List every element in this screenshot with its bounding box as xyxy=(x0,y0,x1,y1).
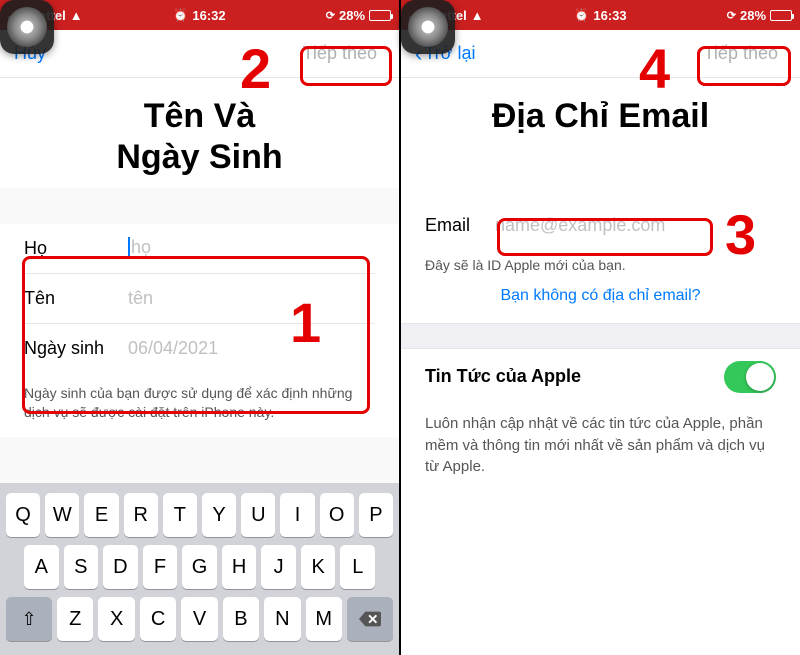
key-z[interactable]: Z xyxy=(57,597,93,641)
status-bar: Viettel ▲ ⏰ 16:33 ⟳ 28% xyxy=(401,0,800,30)
key-l[interactable]: L xyxy=(340,545,375,589)
key-o[interactable]: O xyxy=(320,493,354,537)
key-p[interactable]: P xyxy=(359,493,393,537)
birth-field[interactable]: 06/04/2021 xyxy=(128,338,375,359)
rotation-lock-icon: ⟳ xyxy=(326,9,335,22)
nav-bar: Hủy Tiếp theo xyxy=(0,30,399,78)
battery-icon xyxy=(770,10,792,21)
battery-icon xyxy=(369,10,391,21)
lastname-row[interactable]: Họ họ xyxy=(24,224,375,274)
key-h[interactable]: H xyxy=(222,545,257,589)
email-row[interactable]: Email name@example.com xyxy=(425,201,776,251)
key-b[interactable]: B xyxy=(223,597,259,641)
alarm-icon: ⏰ xyxy=(574,8,589,22)
status-time: 16:32 xyxy=(192,8,225,23)
key-d[interactable]: D xyxy=(103,545,138,589)
birth-label: Ngày sinh xyxy=(24,338,128,359)
apple-news-row: Tin Tức của Apple xyxy=(401,349,800,405)
apple-news-toggle[interactable] xyxy=(724,361,776,393)
shift-key[interactable]: ⇧ xyxy=(6,597,52,641)
name-birth-form: Họ họ Tên tên Ngày sinh 06/04/2021 xyxy=(0,224,399,374)
lastname-field[interactable]: họ xyxy=(128,237,375,259)
key-f[interactable]: F xyxy=(143,545,178,589)
birth-helper-text: Ngày sinh của bạn được sử dụng để xác đị… xyxy=(0,374,399,437)
apple-news-desc: Luôn nhận cập nhật về các tin tức của Ap… xyxy=(401,405,800,498)
key-u[interactable]: U xyxy=(241,493,275,537)
key-j[interactable]: J xyxy=(261,545,296,589)
firstname-field[interactable]: tên xyxy=(128,288,375,309)
key-g[interactable]: G xyxy=(182,545,217,589)
assistive-touch-button[interactable] xyxy=(0,0,54,54)
nav-bar: ‹ Trở lại Tiếp theo xyxy=(401,30,800,78)
apple-id-note: Đây sẽ là ID Apple mới của bạn. xyxy=(401,251,800,281)
key-w[interactable]: W xyxy=(45,493,79,537)
key-q[interactable]: Q xyxy=(6,493,40,537)
key-e[interactable]: E xyxy=(84,493,118,537)
page-title: Tên VàNgày Sinh xyxy=(0,78,399,188)
status-bar: Viettel ▲ ⏰ 16:32 ⟳ 28% xyxy=(0,0,399,30)
key-v[interactable]: V xyxy=(181,597,217,641)
battery-percent: 28% xyxy=(339,8,365,23)
page-title: Địa Chỉ Email xyxy=(401,78,800,147)
alarm-icon: ⏰ xyxy=(173,8,188,22)
key-c[interactable]: C xyxy=(140,597,176,641)
status-time: 16:33 xyxy=(593,8,626,23)
apple-news-label: Tin Tức của Apple xyxy=(425,366,581,387)
key-i[interactable]: I xyxy=(280,493,314,537)
key-m[interactable]: M xyxy=(306,597,342,641)
key-t[interactable]: T xyxy=(163,493,197,537)
email-form: Email name@example.com xyxy=(401,201,800,251)
next-button[interactable]: Tiếp theo xyxy=(295,39,385,68)
wifi-icon: ▲ xyxy=(70,8,83,23)
keyboard[interactable]: QWERTYUIOP ASDFGHJKL ⇧ZXCVBNM xyxy=(0,483,399,655)
key-s[interactable]: S xyxy=(64,545,99,589)
email-field[interactable]: name@example.com xyxy=(495,215,776,236)
backspace-key[interactable] xyxy=(347,597,393,641)
key-n[interactable]: N xyxy=(264,597,300,641)
next-button[interactable]: Tiếp theo xyxy=(696,39,786,68)
rotation-lock-icon: ⟳ xyxy=(727,9,736,22)
birth-row[interactable]: Ngày sinh 06/04/2021 xyxy=(24,324,375,374)
no-email-link[interactable]: Bạn không có địa chỉ email? xyxy=(401,281,800,323)
wifi-icon: ▲ xyxy=(471,8,484,23)
key-k[interactable]: K xyxy=(301,545,336,589)
firstname-row[interactable]: Tên tên xyxy=(24,274,375,324)
lastname-label: Họ xyxy=(24,238,128,259)
key-x[interactable]: X xyxy=(98,597,134,641)
key-a[interactable]: A xyxy=(24,545,59,589)
kbd-row-1: QWERTYUIOP xyxy=(4,489,395,541)
key-y[interactable]: Y xyxy=(202,493,236,537)
kbd-row-2: ASDFGHJKL xyxy=(4,541,395,593)
kbd-row-3: ⇧ZXCVBNM xyxy=(4,593,395,645)
key-r[interactable]: R xyxy=(124,493,158,537)
email-label: Email xyxy=(425,215,495,236)
battery-percent: 28% xyxy=(740,8,766,23)
firstname-label: Tên xyxy=(24,288,128,309)
assistive-touch-button[interactable] xyxy=(401,0,455,54)
